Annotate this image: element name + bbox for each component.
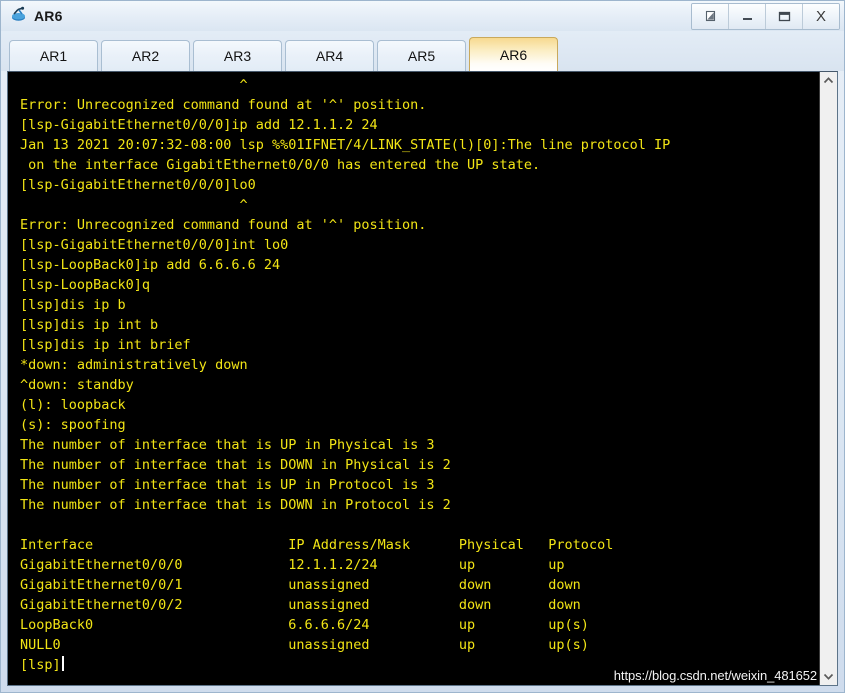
terminal-line: ^down: standby — [20, 377, 134, 393]
tab-strip: AR1 AR2 AR3 AR4 AR5 AR6 — [1, 31, 844, 71]
terminal-line: LoopBack0 6.6.6.6/24 up up(s) — [20, 617, 589, 633]
terminal-line: (s): spoofing — [20, 417, 126, 433]
close-icon: X — [815, 8, 826, 25]
terminal-line: The number of interface that is UP in Ph… — [20, 437, 435, 453]
terminal-line: The number of interface that is UP in Pr… — [20, 477, 435, 493]
tab-ar5[interactable]: AR5 — [377, 40, 466, 71]
terminal-line: *down: administratively down — [20, 357, 248, 373]
terminal-scrollbar[interactable] — [819, 72, 837, 685]
terminal-line: ^ — [20, 77, 248, 93]
terminal-line: on the interface GigabitEthernet0/0/0 ha… — [20, 157, 541, 173]
tab-label: AR5 — [407, 48, 436, 64]
router-icon — [9, 5, 29, 25]
terminal-line: GigabitEthernet0/0/0 12.1.1.2/24 up up — [20, 557, 565, 573]
tab-label: AR6 — [499, 46, 528, 63]
terminal-output: ^ Error: Unrecognized command found at '^… — [8, 75, 819, 675]
terminal-line: (l): loopback — [20, 397, 126, 413]
terminal-line: Jan 13 2021 20:07:32-08:00 lsp %%01IFNET… — [20, 137, 671, 153]
terminal-line: [lsp]dis ip int brief — [20, 337, 191, 353]
terminal-cursor — [61, 656, 64, 671]
title-bar: AR6 X — [1, 1, 844, 31]
close-button[interactable]: X — [803, 4, 839, 29]
terminal-line: [lsp-LoopBack0]q — [20, 277, 151, 293]
tab-ar1[interactable]: AR1 — [9, 40, 98, 71]
minimize-icon — [742, 18, 752, 20]
restore-cascade-button[interactable] — [692, 4, 729, 29]
terminal-line: [lsp-GigabitEthernet0/0/0]ip add 12.1.1.… — [20, 117, 378, 133]
minimize-button[interactable] — [729, 4, 766, 29]
tab-label: AR2 — [131, 48, 160, 64]
terminal-line: [lsp]dis ip b — [20, 297, 126, 313]
terminal-line: The number of interface that is DOWN in … — [20, 457, 451, 473]
cascade-icon — [705, 10, 715, 22]
tab-ar6[interactable]: AR6 — [469, 37, 558, 71]
terminal-line: Error: Unrecognized command found at '^'… — [20, 217, 427, 233]
tab-label: AR3 — [223, 48, 252, 64]
terminal-line: Interface IP Address/Mask Physical Proto… — [20, 537, 614, 553]
tab-label: AR4 — [315, 48, 344, 64]
terminal-screen[interactable]: ^ Error: Unrecognized command found at '^… — [8, 72, 819, 685]
terminal-prompt: [lsp] — [20, 657, 61, 673]
terminal-line: [lsp-LoopBack0]ip add 6.6.6.6 24 — [20, 257, 281, 273]
window-title: AR6 — [34, 8, 63, 24]
maximize-icon — [778, 11, 790, 22]
terminal-line: ^ — [20, 197, 248, 213]
tab-label: AR1 — [39, 48, 68, 64]
tab-ar3[interactable]: AR3 — [193, 40, 282, 71]
terminal-prompt-line: [lsp] — [20, 655, 819, 675]
terminal-line: GigabitEthernet0/0/1 unassigned down dow… — [20, 577, 581, 593]
terminal-line: The number of interface that is DOWN in … — [20, 497, 451, 513]
terminal-line: Error: Unrecognized command found at '^'… — [20, 97, 427, 113]
terminal-line: [lsp]dis ip int b — [20, 317, 159, 333]
terminal-window: AR6 X AR1 AR2 AR3 AR4 AR5 AR6 ^ Error: U… — [0, 0, 845, 693]
terminal-frame: ^ Error: Unrecognized command found at '^… — [7, 71, 838, 686]
maximize-button[interactable] — [766, 4, 803, 29]
scrollbar-down-button[interactable] — [820, 668, 837, 685]
window-controls: X — [691, 3, 840, 30]
terminal-line: NULL0 unassigned up up(s) — [20, 637, 589, 653]
chevron-up-icon — [823, 77, 834, 84]
terminal-line: [lsp-GigabitEthernet0/0/0]int lo0 — [20, 237, 289, 253]
scrollbar-up-button[interactable] — [820, 72, 837, 89]
scrollbar-track[interactable] — [820, 89, 837, 668]
tab-ar2[interactable]: AR2 — [101, 40, 190, 71]
chevron-down-icon — [823, 673, 834, 680]
tab-ar4[interactable]: AR4 — [285, 40, 374, 71]
terminal-line: GigabitEthernet0/0/2 unassigned down dow… — [20, 597, 581, 613]
terminal-line: [lsp-GigabitEthernet0/0/0]lo0 — [20, 177, 256, 193]
